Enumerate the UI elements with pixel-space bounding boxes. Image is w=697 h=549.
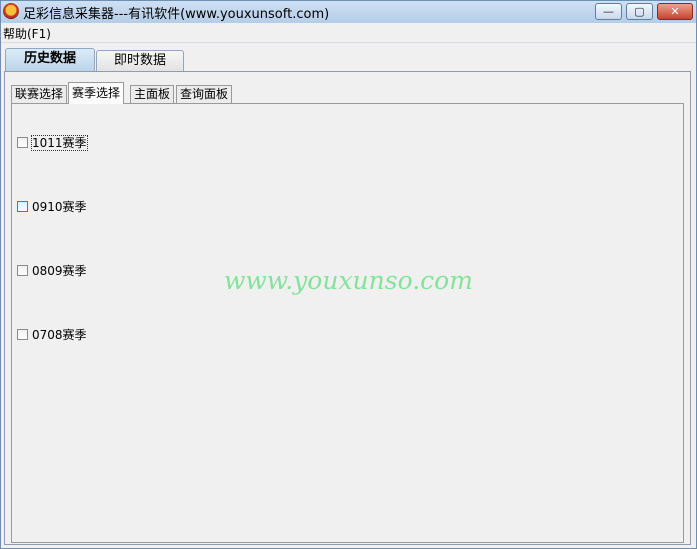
checkbox-label[interactable]: 1011赛季 — [31, 135, 88, 151]
checkbox-label[interactable]: 0708赛季 — [32, 328, 87, 342]
tab-history-data[interactable]: 历史数据 — [5, 48, 95, 72]
season-option-0910[interactable]: 0910赛季 — [17, 198, 87, 214]
window-title: 足彩信息采集器---有讯软件(www.youxunsoft.com) — [23, 7, 330, 22]
app-window: 足彩信息采集器---有讯软件(www.youxunsoft.com) — ▢ ✕… — [0, 0, 697, 549]
tab-query-panel[interactable]: 查询面板 — [176, 85, 233, 103]
season-option-0809[interactable]: 0809赛季 — [17, 262, 87, 278]
checkbox-label[interactable]: 0910赛季 — [32, 200, 87, 214]
menu-bar: 帮助(F1) — [1, 23, 696, 43]
minimize-button[interactable]: — — [595, 3, 622, 20]
maximize-button[interactable]: ▢ — [626, 3, 653, 20]
tab-live-data[interactable]: 即时数据 — [96, 50, 184, 71]
client-area: 历史数据 即时数据 联赛选择 赛季选择 主面板 查询面板 1011赛季 0910… — [1, 43, 696, 548]
checkbox[interactable] — [17, 201, 28, 212]
season-option-1011[interactable]: 1011赛季 — [17, 134, 88, 151]
app-ball-icon[interactable] — [3, 3, 19, 19]
tab-main-panel[interactable]: 主面板 — [130, 85, 175, 103]
season-option-0708[interactable]: 0708赛季 — [17, 326, 87, 342]
history-data-panel: 联赛选择 赛季选择 主面板 查询面板 1011赛季 0910赛季 0809赛季 … — [4, 71, 691, 545]
checkbox[interactable] — [17, 137, 28, 148]
tab-season-select[interactable]: 赛季选择 — [68, 82, 125, 104]
checkbox[interactable] — [17, 265, 28, 276]
season-select-panel: 1011赛季 0910赛季 0809赛季 0708赛季 www.youxunso… — [11, 103, 684, 543]
watermark-text: www.youxunso.com — [224, 266, 473, 295]
title-bar[interactable]: 足彩信息采集器---有讯软件(www.youxunsoft.com) — ▢ ✕ — [1, 1, 696, 23]
close-button[interactable]: ✕ — [657, 3, 693, 20]
tab-league-select[interactable]: 联赛选择 — [11, 85, 68, 103]
checkbox[interactable] — [17, 329, 28, 340]
checkbox-label[interactable]: 0809赛季 — [32, 264, 87, 278]
menu-help[interactable]: 帮助(F1) — [3, 25, 51, 42]
